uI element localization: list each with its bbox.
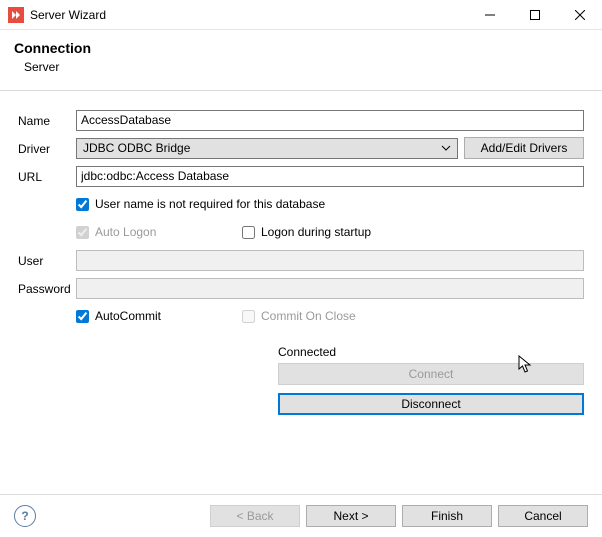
autocommit-label: AutoCommit — [95, 309, 161, 323]
logon-during-startup-checkbox[interactable]: Logon during startup — [242, 225, 402, 239]
window-title: Server Wizard — [30, 8, 106, 22]
name-input[interactable] — [76, 110, 584, 131]
no-user-required-input[interactable] — [76, 198, 89, 211]
close-icon — [575, 10, 585, 20]
back-button: < Back — [210, 505, 300, 527]
connect-button: Connect — [278, 363, 584, 385]
disconnect-button[interactable]: Disconnect — [278, 393, 584, 415]
logon-during-startup-label: Logon during startup — [261, 225, 371, 239]
user-input — [76, 250, 584, 271]
name-label: Name — [18, 112, 76, 128]
help-icon: ? — [21, 509, 28, 523]
cancel-button[interactable]: Cancel — [498, 505, 588, 527]
page-subtitle: Server — [14, 60, 588, 74]
auto-logon-input — [76, 226, 89, 239]
close-button[interactable] — [557, 0, 602, 30]
commit-on-close-label: Commit On Close — [261, 309, 356, 323]
password-label: Password — [18, 280, 76, 296]
user-label: User — [18, 252, 76, 268]
autocommit-input[interactable] — [76, 310, 89, 323]
url-input[interactable] — [76, 166, 584, 187]
page-title: Connection — [14, 40, 588, 56]
commit-on-close-checkbox: Commit On Close — [242, 309, 402, 323]
auto-logon-checkbox: Auto Logon — [76, 225, 236, 239]
wizard-footer: ? < Back Next > Finish Cancel — [0, 494, 602, 537]
autocommit-checkbox[interactable]: AutoCommit — [76, 309, 236, 323]
driver-select[interactable]: JDBC ODBC Bridge — [76, 138, 458, 159]
connection-status-block: Connected Connect Disconnect — [278, 345, 584, 415]
url-label: URL — [18, 168, 76, 184]
connection-status-label: Connected — [278, 345, 584, 359]
add-edit-drivers-button[interactable]: Add/Edit Drivers — [464, 137, 584, 159]
minimize-icon — [485, 10, 495, 20]
commit-on-close-input — [242, 310, 255, 323]
minimize-button[interactable] — [467, 0, 512, 30]
driver-select-value: JDBC ODBC Bridge — [83, 141, 190, 155]
logon-during-startup-input[interactable] — [242, 226, 255, 239]
driver-label: Driver — [18, 140, 76, 156]
help-button[interactable]: ? — [14, 505, 36, 527]
titlebar: Server Wizard — [0, 0, 602, 30]
no-user-required-checkbox[interactable]: User name is not required for this datab… — [76, 197, 325, 211]
no-user-required-label: User name is not required for this datab… — [95, 197, 325, 211]
content: Name Driver JDBC ODBC Bridge Add/Edit Dr… — [0, 91, 602, 415]
maximize-button[interactable] — [512, 0, 557, 30]
maximize-icon — [530, 10, 540, 20]
app-icon — [8, 7, 24, 23]
page-header: Connection Server — [0, 30, 602, 80]
auto-logon-label: Auto Logon — [95, 225, 156, 239]
chevron-down-icon — [439, 141, 453, 155]
next-button[interactable]: Next > — [306, 505, 396, 527]
password-input — [76, 278, 584, 299]
finish-button[interactable]: Finish — [402, 505, 492, 527]
